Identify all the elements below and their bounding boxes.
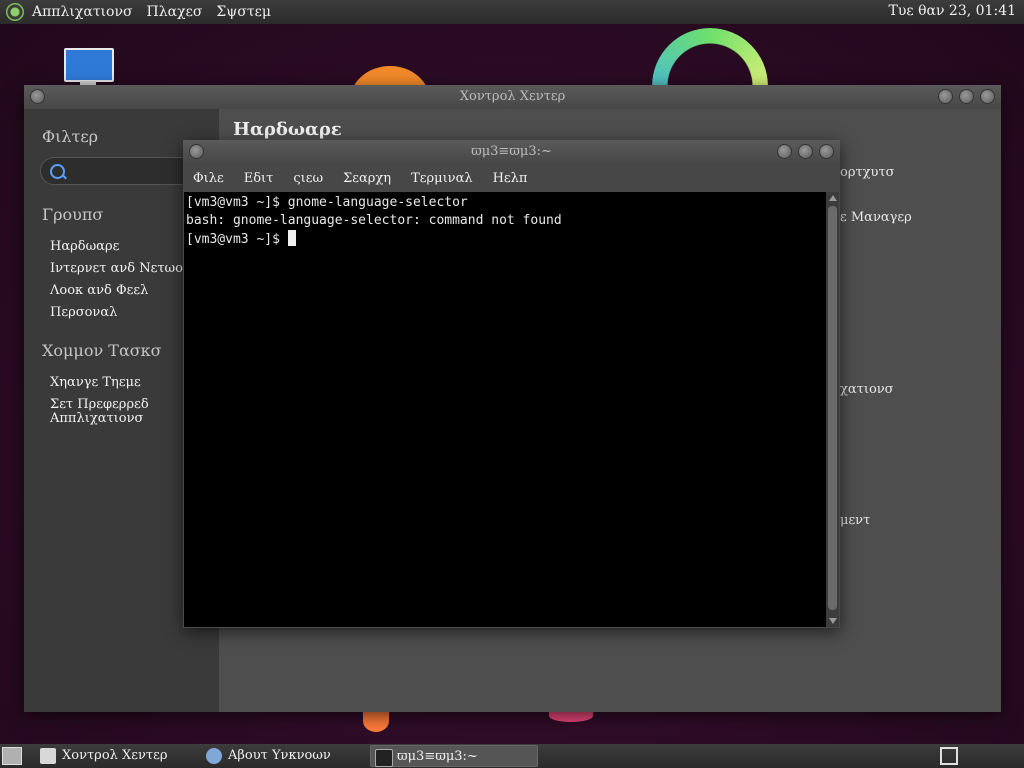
terminal-line: [vm3@vm3 ~]$ gnome-language-selector	[186, 195, 468, 210]
menu-view[interactable]: ςιεω	[293, 171, 323, 186]
task-about-unknown[interactable]: Αβουτ Υνκνοων	[202, 745, 331, 767]
section-title: Ηαρδωαρε	[233, 119, 342, 140]
item-label[interactable]: χατιονσ	[840, 382, 894, 397]
task-label: ϖμ3≡ϖμ3:~	[397, 749, 478, 764]
user-icon	[206, 748, 222, 764]
maximize-button[interactable]	[959, 89, 974, 104]
scroll-thumb[interactable]	[828, 206, 837, 610]
computer-icon-screen	[64, 48, 114, 82]
search-icon	[50, 164, 65, 179]
minimize-button[interactable]	[938, 89, 953, 104]
search-input[interactable]	[40, 157, 190, 185]
close-button[interactable]	[980, 89, 995, 104]
scroll-down-icon[interactable]	[829, 618, 837, 624]
menu-help[interactable]: Ηελπ	[493, 171, 528, 186]
maximize-button[interactable]	[798, 144, 813, 159]
menu-applications[interactable]: Αππλιχατιονσ	[32, 4, 133, 20]
terminal-window: ϖμ3≡ϖμ3:~ Φιλε Εδιτ ςιεω Σεαρχη Τερμιναλ…	[183, 140, 840, 628]
common-tasks-heading: Χομμον Τασκσ	[42, 341, 162, 360]
menu-places[interactable]: Πλαχεσ	[147, 4, 203, 20]
terminal-prompt-line: [vm3@vm3 ~]$	[186, 230, 826, 249]
window-menu-button[interactable]	[30, 89, 45, 104]
control-center-titlebar[interactable]: Χοντρολ Χεντερ	[24, 85, 1001, 109]
item-label[interactable]: μεντ	[840, 513, 870, 528]
menu-search[interactable]: Σεαρχη	[343, 171, 391, 186]
distro-logo-icon[interactable]	[6, 3, 24, 21]
window-title: ϖμ3≡ϖμ3:~	[471, 144, 552, 159]
close-button[interactable]	[819, 144, 834, 159]
top-panel: Αππλιχατιονσ Πλαχεσ Σψστεμ Τυε θαν 23, 0…	[0, 0, 1024, 24]
menu-edit[interactable]: Εδιτ	[244, 171, 274, 186]
bottom-taskbar: Χοντρολ Χεντερ Αβουτ Υνκνοων ϖμ3≡ϖμ3:~	[0, 744, 1024, 768]
scroll-up-icon[interactable]	[829, 195, 837, 201]
terminal-scrollbar[interactable]	[826, 192, 839, 627]
task-label: Αβουτ Υνκνοων	[228, 748, 331, 763]
computer-icon[interactable]	[62, 46, 114, 86]
item-label[interactable]: ε Μαναγερ	[840, 210, 912, 225]
terminal-icon	[375, 749, 393, 767]
item-label[interactable]: ορτχυτσ	[840, 165, 895, 180]
terminal-line: bash: gnome-language-selector: command n…	[186, 213, 562, 228]
task-control-center[interactable]: Χοντρολ Χεντερ	[36, 745, 167, 767]
menu-terminal[interactable]: Τερμιναλ	[411, 171, 473, 186]
wallpaper-shape	[363, 710, 389, 732]
control-center-icon	[40, 748, 56, 764]
task-terminal[interactable]: ϖμ3≡ϖμ3:~	[370, 745, 538, 767]
terminal-screen[interactable]: [vm3@vm3 ~]$ gnome-language-selector bas…	[184, 192, 826, 627]
show-desktop-icon[interactable]	[2, 747, 22, 765]
clock[interactable]: Τυε θαν 23, 01:41	[889, 3, 1016, 19]
groups-heading: Γρουπσ	[42, 205, 104, 224]
workspace-switcher-icon[interactable]	[940, 747, 958, 765]
task-label: Χοντρολ Χεντερ	[62, 748, 168, 763]
window-title: Χοντρολ Χεντερ	[459, 89, 566, 104]
window-menu-button[interactable]	[189, 144, 204, 159]
terminal-prompt: [vm3@vm3 ~]$	[186, 232, 288, 247]
menu-file[interactable]: Φιλε	[193, 171, 224, 186]
minimize-button[interactable]	[777, 144, 792, 159]
terminal-titlebar[interactable]: ϖμ3≡ϖμ3:~	[183, 140, 840, 164]
filter-heading: Φιλτερ	[42, 127, 99, 146]
terminal-menubar: Φιλε Εδιτ ςιεω Σεαρχη Τερμιναλ Ηελπ	[183, 164, 840, 192]
menu-system[interactable]: Σψστεμ	[216, 4, 271, 20]
text-cursor	[287, 230, 296, 246]
